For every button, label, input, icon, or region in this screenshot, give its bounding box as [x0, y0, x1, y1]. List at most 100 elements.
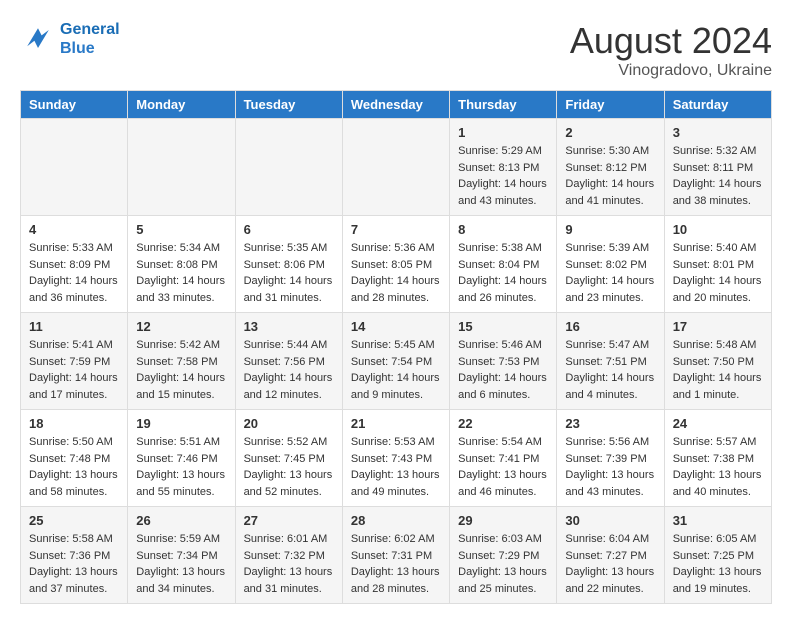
- day-number: 15: [458, 319, 548, 334]
- calendar-week-row: 1 Sunrise: 5:29 AMSunset: 8:13 PMDaylight…: [21, 119, 772, 216]
- calendar-cell: 6Sunrise: 5:35 AMSunset: 8:06 PMDaylight…: [235, 216, 342, 313]
- calendar-cell: 23 Sunrise: 5:56 AMSunset: 7:39 PMDayligh…: [557, 410, 664, 507]
- day-number: 18: [29, 416, 119, 431]
- calendar-cell: 12 Sunrise: 5:42 AMSunset: 7:58 PMDayligh…: [128, 313, 235, 410]
- logo-line2: Blue: [60, 40, 95, 57]
- day-info: Sunrise: 5:48 AMSunset: 7:50 PMDaylight:…: [673, 337, 763, 403]
- day-info: Sunrise: 5:53 AMSunset: 7:43 PMDaylight:…: [351, 434, 441, 500]
- day-info: Sunrise: 5:47 AMSunset: 7:51 PMDaylight:…: [565, 337, 655, 403]
- day-number: 9: [565, 222, 655, 237]
- day-info: Sunrise: 6:05 AMSunset: 7:25 PMDaylight:…: [673, 531, 763, 597]
- weekday-header-row: SundayMondayTuesdayWednesdayThursdayFrid…: [21, 91, 772, 119]
- day-info: Sunrise: 5:56 AMSunset: 7:39 PMDaylight:…: [565, 434, 655, 500]
- day-info: Sunrise: 5:30 AMSunset: 8:12 PMDaylight:…: [565, 143, 655, 209]
- calendar-cell: 9Sunrise: 5:39 AMSunset: 8:02 PMDaylight…: [557, 216, 664, 313]
- calendar-table: SundayMondayTuesdayWednesdayThursdayFrid…: [20, 90, 772, 604]
- day-info: Sunrise: 5:57 AMSunset: 7:38 PMDaylight:…: [673, 434, 763, 500]
- day-info: Sunrise: 5:42 AMSunset: 7:58 PMDaylight:…: [136, 337, 226, 403]
- calendar-cell: 21 Sunrise: 5:53 AMSunset: 7:43 PMDayligh…: [342, 410, 449, 507]
- weekday-header: Wednesday: [342, 91, 449, 119]
- day-number: 14: [351, 319, 441, 334]
- calendar-cell: 18 Sunrise: 5:50 AMSunset: 7:48 PMDayligh…: [21, 410, 128, 507]
- page-header: General Blue August 2024 Vinogradovo, Uk…: [20, 20, 772, 80]
- calendar-cell: 3 Sunrise: 5:32 AMSunset: 8:11 PMDaylight…: [664, 119, 771, 216]
- day-number: 23: [565, 416, 655, 431]
- weekday-header: Saturday: [664, 91, 771, 119]
- day-number: 27: [244, 513, 334, 528]
- day-info: Sunrise: 5:44 AMSunset: 7:56 PMDaylight:…: [244, 337, 334, 403]
- day-info: Sunrise: 5:33 AMSunset: 8:09 PMDaylight:…: [29, 240, 119, 306]
- weekday-header: Tuesday: [235, 91, 342, 119]
- location: Vinogradovo, Ukraine: [570, 62, 772, 80]
- day-number: 20: [244, 416, 334, 431]
- day-number: 26: [136, 513, 226, 528]
- day-info: Sunrise: 5:52 AMSunset: 7:45 PMDaylight:…: [244, 434, 334, 500]
- calendar-cell: 5 Sunrise: 5:34 AMSunset: 8:08 PMDaylight…: [128, 216, 235, 313]
- day-number: 4: [29, 222, 119, 237]
- calendar-week-row: 4 Sunrise: 5:33 AMSunset: 8:09 PMDaylight…: [21, 216, 772, 313]
- calendar-cell: 15 Sunrise: 5:46 AMSunset: 7:53 PMDayligh…: [450, 313, 557, 410]
- day-info: Sunrise: 5:46 AMSunset: 7:53 PMDaylight:…: [458, 337, 548, 403]
- day-number: 31: [673, 513, 763, 528]
- calendar-cell: 19 Sunrise: 5:51 AMSunset: 7:46 PMDayligh…: [128, 410, 235, 507]
- day-number: 3: [673, 125, 763, 140]
- day-info: Sunrise: 5:54 AMSunset: 7:41 PMDaylight:…: [458, 434, 548, 500]
- calendar-cell: 20 Sunrise: 5:52 AMSunset: 7:45 PMDayligh…: [235, 410, 342, 507]
- weekday-header: Thursday: [450, 91, 557, 119]
- day-info: Sunrise: 5:36 AMSunset: 8:05 PMDaylight:…: [351, 240, 441, 306]
- day-number: 19: [136, 416, 226, 431]
- calendar-week-row: 25 Sunrise: 5:58 AMSunset: 7:36 PMDayligh…: [21, 507, 772, 604]
- month-year: August 2024: [570, 20, 772, 62]
- calendar-cell: 16Sunrise: 5:47 AMSunset: 7:51 PMDayligh…: [557, 313, 664, 410]
- day-info: Sunrise: 5:32 AMSunset: 8:11 PMDaylight:…: [673, 143, 763, 209]
- day-number: 24: [673, 416, 763, 431]
- calendar-cell: 4 Sunrise: 5:33 AMSunset: 8:09 PMDaylight…: [21, 216, 128, 313]
- logo: General Blue: [20, 20, 120, 58]
- day-number: 13: [244, 319, 334, 334]
- calendar-cell: 25 Sunrise: 5:58 AMSunset: 7:36 PMDayligh…: [21, 507, 128, 604]
- day-number: 7: [351, 222, 441, 237]
- day-number: 8: [458, 222, 548, 237]
- calendar-cell: 10Sunrise: 5:40 AMSunset: 8:01 PMDayligh…: [664, 216, 771, 313]
- day-info: Sunrise: 5:29 AMSunset: 8:13 PMDaylight:…: [458, 143, 548, 209]
- day-info: Sunrise: 5:59 AMSunset: 7:34 PMDaylight:…: [136, 531, 226, 597]
- weekday-header: Monday: [128, 91, 235, 119]
- day-number: 1: [458, 125, 548, 140]
- day-number: 28: [351, 513, 441, 528]
- calendar-cell: 14 Sunrise: 5:45 AMSunset: 7:54 PMDayligh…: [342, 313, 449, 410]
- day-number: 10: [673, 222, 763, 237]
- day-info: Sunrise: 5:34 AMSunset: 8:08 PMDaylight:…: [136, 240, 226, 306]
- calendar-cell: 17Sunrise: 5:48 AMSunset: 7:50 PMDayligh…: [664, 313, 771, 410]
- day-info: Sunrise: 5:35 AMSunset: 8:06 PMDaylight:…: [244, 240, 334, 306]
- calendar-cell: 29Sunrise: 6:03 AMSunset: 7:29 PMDayligh…: [450, 507, 557, 604]
- calendar-cell: [128, 119, 235, 216]
- day-info: Sunrise: 5:41 AMSunset: 7:59 PMDaylight:…: [29, 337, 119, 403]
- logo-text: General Blue: [60, 20, 120, 58]
- day-number: 2: [565, 125, 655, 140]
- calendar-cell: 24 Sunrise: 5:57 AMSunset: 7:38 PMDayligh…: [664, 410, 771, 507]
- calendar-cell: [342, 119, 449, 216]
- calendar-cell: 27Sunrise: 6:01 AMSunset: 7:32 PMDayligh…: [235, 507, 342, 604]
- weekday-header: Sunday: [21, 91, 128, 119]
- calendar-week-row: 11 Sunrise: 5:41 AMSunset: 7:59 PMDayligh…: [21, 313, 772, 410]
- calendar-cell: 7 Sunrise: 5:36 AMSunset: 8:05 PMDaylight…: [342, 216, 449, 313]
- day-info: Sunrise: 6:03 AMSunset: 7:29 PMDaylight:…: [458, 531, 548, 597]
- calendar-cell: 26 Sunrise: 5:59 AMSunset: 7:34 PMDayligh…: [128, 507, 235, 604]
- day-info: Sunrise: 5:45 AMSunset: 7:54 PMDaylight:…: [351, 337, 441, 403]
- day-number: 25: [29, 513, 119, 528]
- day-number: 5: [136, 222, 226, 237]
- day-info: Sunrise: 6:04 AMSunset: 7:27 PMDaylight:…: [565, 531, 655, 597]
- day-info: Sunrise: 6:02 AMSunset: 7:31 PMDaylight:…: [351, 531, 441, 597]
- day-number: 12: [136, 319, 226, 334]
- day-number: 11: [29, 319, 119, 334]
- logo-line1: General: [60, 21, 120, 38]
- calendar-cell: 28 Sunrise: 6:02 AMSunset: 7:31 PMDayligh…: [342, 507, 449, 604]
- day-info: Sunrise: 5:50 AMSunset: 7:48 PMDaylight:…: [29, 434, 119, 500]
- calendar-cell: 8Sunrise: 5:38 AMSunset: 8:04 PMDaylight…: [450, 216, 557, 313]
- calendar-cell: 11 Sunrise: 5:41 AMSunset: 7:59 PMDayligh…: [21, 313, 128, 410]
- title-block: August 2024 Vinogradovo, Ukraine: [570, 20, 772, 80]
- calendar-week-row: 18 Sunrise: 5:50 AMSunset: 7:48 PMDayligh…: [21, 410, 772, 507]
- day-info: Sunrise: 5:51 AMSunset: 7:46 PMDaylight:…: [136, 434, 226, 500]
- day-number: 21: [351, 416, 441, 431]
- day-info: Sunrise: 5:58 AMSunset: 7:36 PMDaylight:…: [29, 531, 119, 597]
